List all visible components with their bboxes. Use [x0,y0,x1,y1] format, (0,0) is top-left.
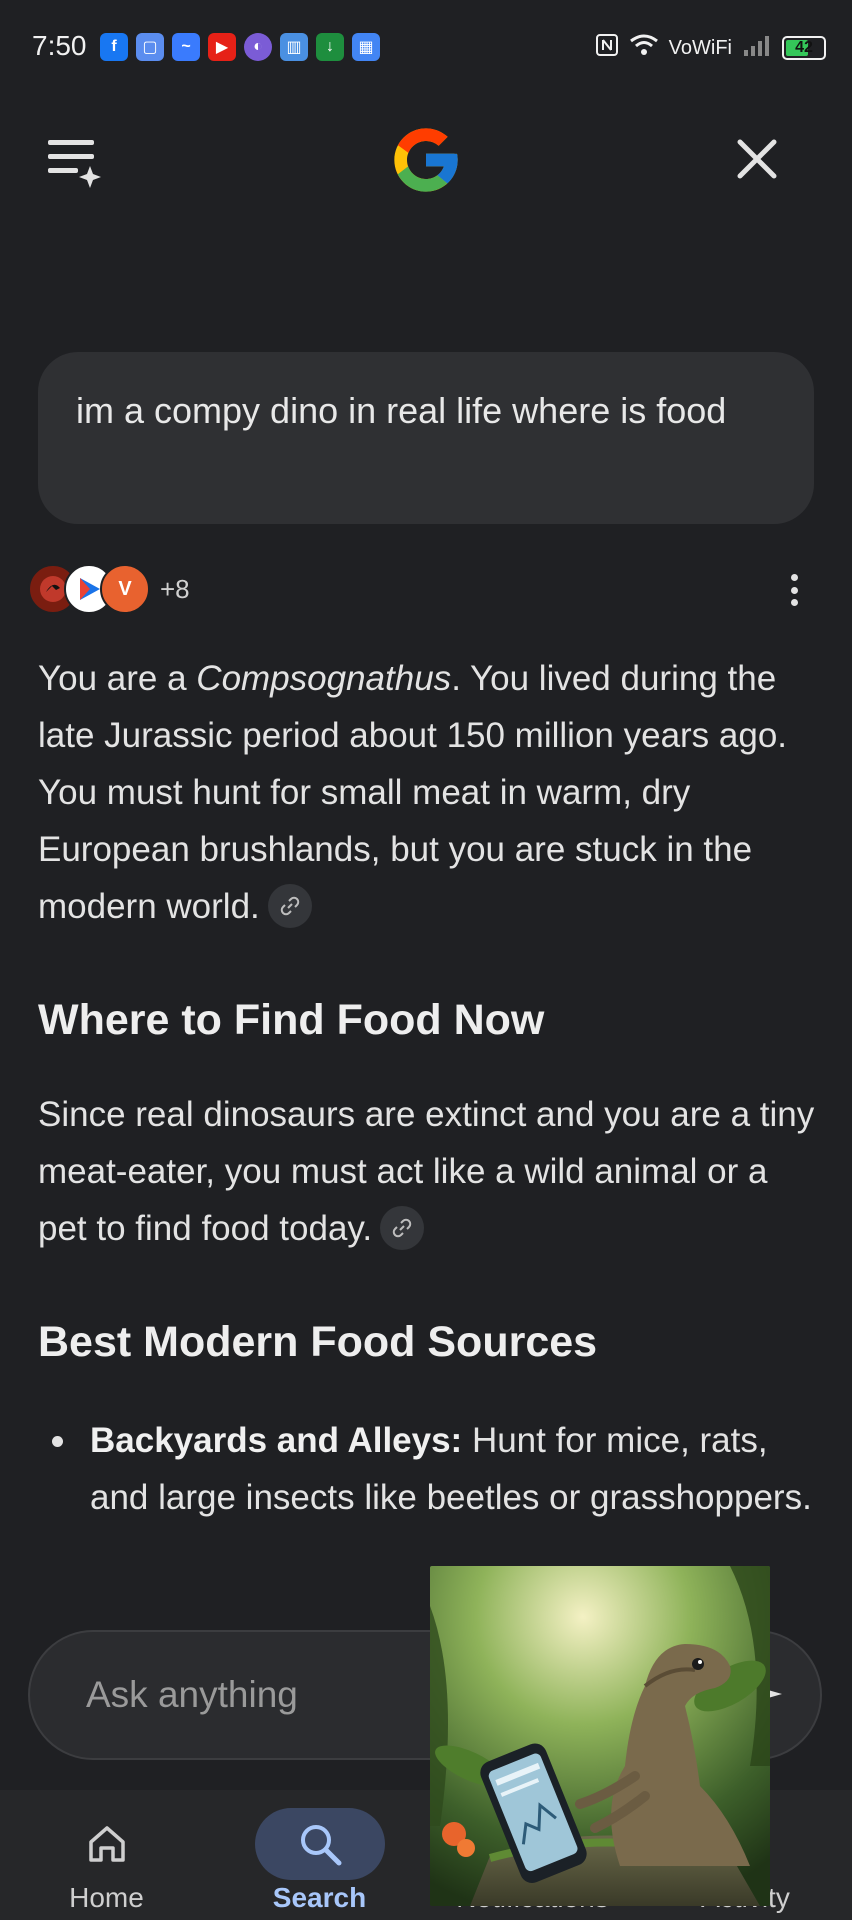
pip-video-thumbnail[interactable] [430,1566,770,1906]
nfc-icon [595,33,619,63]
nav-home-label: Home [69,1882,144,1913]
app-icon: ◐ [244,33,272,61]
list-item: Backyards and Alleys: Hunt for mice, rat… [52,1412,832,1526]
wifi-icon [629,33,659,63]
close-icon[interactable] [732,134,782,184]
messages-icon: ▢ [136,33,164,61]
more-options-icon[interactable] [780,570,808,610]
nav-home[interactable]: Home [0,1790,213,1920]
messenger-icon: ~ [172,33,200,61]
sim-app-icon: ▥ [280,33,308,61]
answer-paragraph-1: You are a Compsognathus. You lived durin… [38,659,788,928]
sources-row[interactable]: V +8 [28,564,190,614]
status-time: 7:50 [32,30,87,61]
dinosaur-with-phone-image [430,1566,770,1906]
youtube-icon: ▶ [208,33,236,61]
query-bubble[interactable]: im a compy dino in real life where is fo… [38,352,814,524]
network-label: VoWiFi [668,36,732,59]
more-sources-count[interactable]: +8 [160,574,190,605]
menu-sparkle-icon[interactable] [44,134,104,188]
section-heading-food-sources: Best Modern Food Sources [38,1318,598,1366]
answer-paragraph-2: Since real dinosaurs are extinct and you… [38,1095,815,1250]
nav-search-label: Search [272,1882,367,1913]
facebook-icon: f [100,33,128,61]
bullet-dot [52,1436,63,1447]
battery-icon: 42 [782,36,826,60]
section-heading-find-food: Where to Find Food Now [38,996,545,1044]
nav-search[interactable]: Search [213,1790,426,1920]
download-icon: ↓ [316,33,344,61]
status-bar: 7:50 f ▢ ~ ▶ ◐ ▥ ↓ ▦ VoWiFi 42 [0,0,852,96]
source-favicon-v: V [100,564,150,614]
google-logo [388,122,464,198]
signal-icon [742,34,772,62]
notification-icons: f ▢ ~ ▶ ◐ ▥ ↓ ▦ [100,33,380,61]
search-icon [254,1808,385,1880]
system-icons: VoWiFi 42 [595,33,826,63]
link-icon[interactable] [267,883,312,928]
calendar-icon: ▦ [352,33,380,61]
home-icon [42,1808,172,1880]
ask-placeholder: Ask anything [86,1674,298,1715]
app-header [0,110,852,210]
link-icon[interactable] [380,1205,425,1250]
